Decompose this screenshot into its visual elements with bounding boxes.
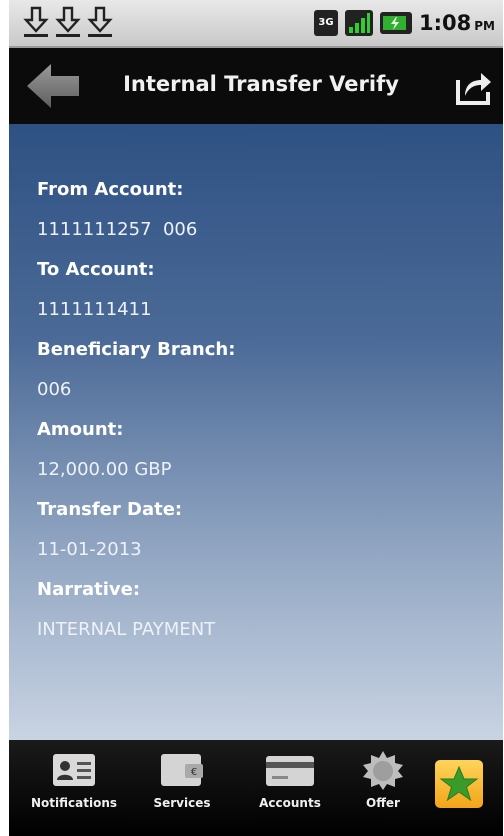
bottom-tab-bar: Notifications € Services Accounts Offer: [9, 740, 503, 836]
svg-text:€: €: [191, 767, 197, 778]
network-3g-icon: 3G: [314, 10, 339, 36]
beneficiary-branch-value: 006: [37, 379, 72, 400]
transfer-date-value: 11-01-2013: [37, 539, 142, 560]
to-account-value: 1111111411: [37, 299, 152, 320]
tab-accounts[interactable]: Accounts: [235, 740, 345, 836]
wallet-icon: €: [161, 754, 203, 786]
from-account-value: 1111111257 006: [37, 219, 198, 240]
tab-accounts-label: Accounts: [259, 796, 321, 810]
contact-card-icon: [53, 754, 95, 786]
title-bar: Internal Transfer Verify: [9, 48, 503, 124]
status-indicators: 3G 1:08 PM: [314, 8, 495, 38]
amount-label: Amount:: [37, 419, 124, 440]
download-icon: [23, 6, 49, 37]
tab-notifications-label: Notifications: [30, 796, 118, 810]
gear-badge-icon: [363, 751, 403, 790]
tab-services-label: Services: [153, 796, 211, 810]
transfer-details: From Account: 1111111257 006 To Account:…: [37, 170, 477, 650]
network-type-label: 3G: [318, 17, 334, 28]
battery-icon: [380, 12, 413, 34]
download-icon: [87, 6, 113, 37]
beneficiary-branch-label: Beneficiary Branch:: [37, 339, 236, 360]
share-icon[interactable]: [455, 68, 493, 106]
transfer-date-label: Transfer Date:: [37, 499, 183, 520]
tab-services[interactable]: € Services: [127, 740, 237, 836]
credit-card-icon: [266, 756, 314, 786]
to-account-label: To Account:: [37, 259, 155, 280]
signal-strength-icon: [345, 10, 374, 36]
clock-ampm: PM: [474, 19, 495, 33]
tab-notifications[interactable]: Notifications: [19, 740, 129, 836]
phone-screen: 3G 1:08 PM Internal Transfer Verify From…: [9, 0, 503, 836]
tab-offer[interactable]: Offer: [343, 740, 423, 836]
tab-offer-label: Offer: [366, 796, 400, 810]
page-title: Internal Transfer Verify: [123, 72, 399, 96]
narrative-label: Narrative:: [37, 579, 141, 600]
star-icon: [439, 765, 479, 802]
narrative-value: INTERNAL PAYMENT: [37, 619, 216, 640]
transfer-details-panel: From Account: 1111111257 006 To Account:…: [9, 124, 503, 740]
favorite-button[interactable]: [435, 760, 483, 808]
clock-time: 1:08: [419, 11, 472, 35]
download-icon: [55, 6, 81, 37]
status-bar: 3G 1:08 PM: [9, 0, 503, 48]
clock: 1:08 PM: [419, 11, 495, 35]
amount-value: 12,000.00 GBP: [37, 459, 172, 480]
back-arrow-icon[interactable]: [25, 62, 81, 110]
from-account-label: From Account:: [37, 179, 184, 200]
